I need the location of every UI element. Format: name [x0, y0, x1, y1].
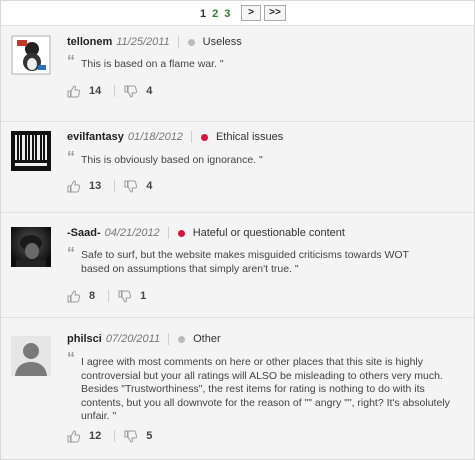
avatar[interactable] [11, 227, 51, 267]
avatar-image [11, 131, 51, 171]
pagination-bar: 1 2 3 > >> [1, 1, 474, 26]
last-page-button[interactable]: >> [264, 5, 286, 21]
vote-bar: 12 5 [67, 428, 152, 444]
avatar[interactable] [11, 131, 51, 171]
downvote-count: 4 [146, 180, 153, 192]
page-link-2[interactable]: 2 [212, 8, 218, 20]
username-link[interactable]: evilfantasy [67, 131, 124, 143]
thumbs-up-icon[interactable] [67, 289, 80, 303]
avatar[interactable] [11, 35, 51, 75]
category-label: Other [193, 333, 221, 345]
comment-date: 01/18/2012 [127, 131, 183, 143]
comment-meta: philsci 07/20/2011 Other [67, 332, 221, 346]
username-link[interactable]: tellonem [67, 36, 112, 48]
downvote-count: 4 [146, 85, 153, 97]
thumbs-up-icon[interactable] [67, 84, 80, 98]
username-link[interactable]: -Saad- [67, 227, 101, 239]
upvote-count: 13 [89, 180, 102, 192]
page-link-1[interactable]: 1 [200, 8, 206, 20]
comment-meta: evilfantasy 01/18/2012 Ethical issues [67, 130, 283, 144]
page-numbers: 1 2 3 [200, 7, 230, 21]
page-link-3[interactable]: 3 [224, 8, 230, 20]
avatar[interactable] [11, 336, 51, 376]
category-dot-icon [200, 133, 208, 141]
vote-bar: 14 4 [67, 83, 152, 99]
downvote-count: 5 [146, 430, 153, 442]
vote-bar: 8 1 [67, 288, 146, 304]
comment-text: This is based on a flame war. " [81, 58, 224, 70]
comment-text: I agree with most comments on here or ot… [81, 356, 450, 422]
quote-icon: “ [67, 350, 75, 367]
thumbs-down-icon[interactable] [124, 430, 138, 443]
divider [114, 430, 116, 442]
downvote-count: 1 [140, 290, 147, 302]
thumbs-down-icon[interactable] [124, 85, 138, 98]
username-link[interactable]: philsci [67, 333, 102, 345]
upvote-count: 12 [89, 430, 102, 442]
category-dot-icon [177, 229, 185, 237]
thumbs-down-icon[interactable] [124, 180, 138, 193]
avatar-image [11, 35, 51, 75]
comment-item: tellonem 11/25/2011 Useless “ This is ba… [1, 26, 474, 122]
avatar-image [11, 227, 51, 267]
quote-icon: “ [67, 245, 75, 262]
next-page-button[interactable]: > [241, 5, 261, 21]
comments-panel: 1 2 3 > >> tellonem 11/25/2011 Useless “… [0, 0, 475, 460]
comment-date: 11/25/2011 [116, 36, 170, 48]
category-label: Hateful or questionable content [192, 227, 345, 239]
divider [114, 85, 116, 97]
divider [177, 36, 179, 48]
divider [114, 180, 116, 192]
divider [168, 333, 170, 345]
divider [167, 227, 169, 239]
comment-item: -Saad- 04/21/2012 Hateful or questionabl… [1, 213, 474, 318]
comment-text: Safe to surf, but the website makes misg… [81, 249, 409, 275]
category-dot-icon [187, 38, 195, 46]
upvote-count: 14 [89, 85, 102, 97]
comment-date: 07/20/2011 [105, 333, 161, 345]
divider [190, 131, 192, 143]
vote-bar: 13 4 [67, 178, 152, 194]
comment-text: This is obviously based on ignorance. " [81, 154, 263, 166]
comment-item: evilfantasy 01/18/2012 Ethical issues “ … [1, 122, 474, 213]
comment-item: philsci 07/20/2011 Other “ I agree with … [1, 318, 474, 459]
thumbs-up-icon[interactable] [67, 429, 80, 443]
comment-date: 04/21/2012 [104, 227, 160, 239]
comment-meta: -Saad- 04/21/2012 Hateful or questionabl… [67, 226, 345, 240]
quote-icon: “ [67, 53, 75, 70]
upvote-count: 8 [89, 290, 96, 302]
comment-meta: tellonem 11/25/2011 Useless [67, 35, 242, 49]
thumbs-up-icon[interactable] [67, 179, 80, 193]
divider [108, 290, 110, 302]
category-label: Useless [202, 36, 242, 48]
default-avatar-icon [11, 336, 51, 376]
thumbs-down-icon[interactable] [118, 290, 132, 303]
category-label: Ethical issues [215, 131, 284, 143]
quote-icon: “ [67, 149, 75, 166]
category-dot-icon [178, 335, 186, 343]
